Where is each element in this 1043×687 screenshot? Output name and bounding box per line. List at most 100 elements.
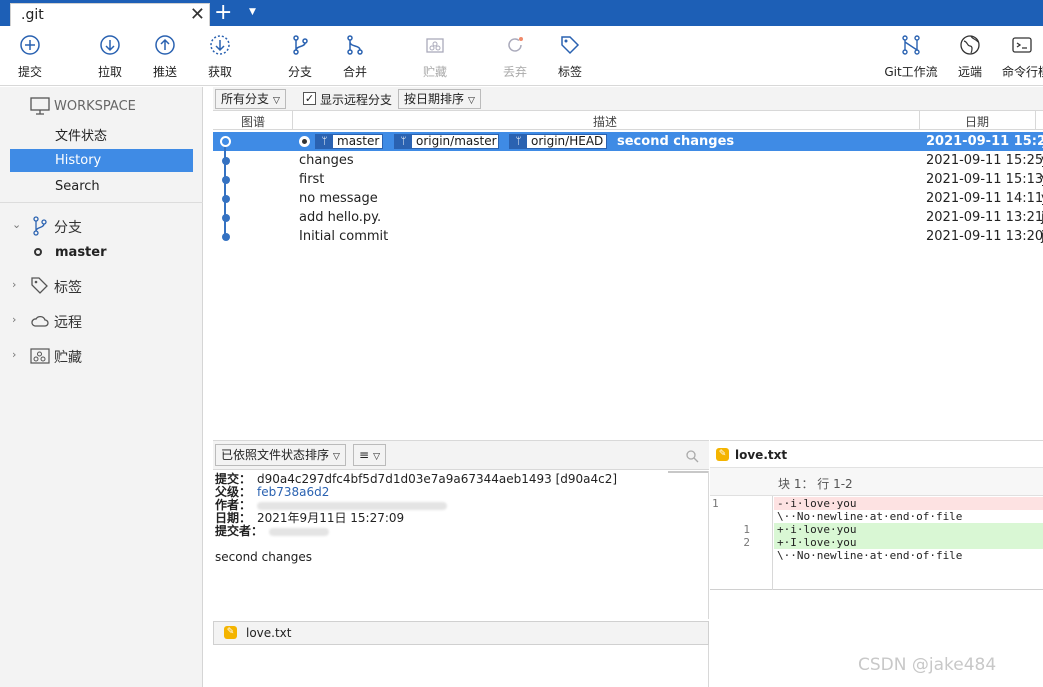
tab-menu-icon[interactable]: ▼ xyxy=(249,7,256,17)
remote-button[interactable]: 远端 xyxy=(948,26,992,86)
commit-message: add hello.py. xyxy=(299,210,382,225)
search-icon[interactable] xyxy=(685,449,699,463)
graph-line xyxy=(224,141,226,237)
history-filter-bar: 所有分支 ▽ ✓ 显示远程分支 按日期排序 ▽ xyxy=(213,87,1043,111)
chevron-right-icon[interactable]: › xyxy=(12,348,16,361)
commit-date: 2021-09-11 13:20 xyxy=(926,229,1043,244)
commit-row[interactable]: changes 2021-09-11 15:25 y xyxy=(213,151,1043,170)
git-flow-button[interactable]: Git工作流 xyxy=(880,26,942,86)
redacted-author xyxy=(257,501,448,510)
diff-header: ✎ love.txt xyxy=(710,440,1043,468)
workspace-header: WORKSPACE xyxy=(30,97,136,119)
commit-row[interactable]: first 2021-09-11 15:13 y xyxy=(213,170,1043,189)
diff-line[interactable]: 2 +·I·love·you xyxy=(710,536,1043,549)
discard-button[interactable]: 丢弃 xyxy=(493,26,537,86)
file-sort-dropdown[interactable]: 已依照文件状态排序 ▽ xyxy=(215,444,346,466)
sort-by-date-dropdown[interactable]: 按日期排序 ▽ xyxy=(398,89,481,109)
commit-row[interactable]: ᛘ master ᛘ origin/master ᛘ origin/HEAD seco… xyxy=(213,132,1043,151)
fetch-icon xyxy=(210,35,230,55)
fetch-button[interactable]: 获取 xyxy=(198,26,242,86)
changed-file-name: love.txt xyxy=(246,626,292,640)
chevron-down-icon: ▽ xyxy=(333,452,340,462)
diff-line[interactable]: 1 -·i·love·you xyxy=(710,497,1043,510)
push-button[interactable]: 推送 xyxy=(143,26,187,86)
hunk-label: 块 1： 行 1-2 xyxy=(778,477,853,491)
diff-line[interactable]: \··No·newline·at·end·of·file xyxy=(710,549,1043,562)
chevron-down-icon: ▽ xyxy=(373,452,380,462)
column-separator[interactable] xyxy=(1035,111,1036,130)
column-separator[interactable] xyxy=(919,111,920,130)
close-tab-icon[interactable]: ✕ xyxy=(190,4,205,26)
globe-icon xyxy=(960,35,980,55)
stash-icon xyxy=(30,348,50,364)
commit-button[interactable]: 提交 xyxy=(8,26,52,86)
all-branches-dropdown[interactable]: 所有分支 ▽ xyxy=(215,89,286,109)
tag-icon xyxy=(561,36,580,55)
pull-button[interactable]: 拉取 xyxy=(88,26,132,86)
commit-row[interactable]: no message 2021-09-11 14:11 y xyxy=(213,189,1043,208)
tab-title: .git xyxy=(21,7,44,23)
repo-tab[interactable]: .git ✕ xyxy=(10,3,210,26)
commit-date: 2021-09-11 14:11 xyxy=(926,191,1043,206)
arrow-up-circle-icon xyxy=(155,35,175,55)
sidebar-item-history[interactable]: History xyxy=(10,149,193,172)
sidebar-item-search[interactable]: Search xyxy=(10,175,193,198)
monitor-icon xyxy=(30,97,50,115)
commit-row[interactable]: add hello.py. 2021-09-11 13:21 j xyxy=(213,208,1043,227)
discard-icon xyxy=(508,37,523,52)
branch-icon: ᛘ xyxy=(510,135,527,148)
splitter-handle[interactable] xyxy=(668,471,708,473)
list-icon: ≡ xyxy=(359,448,370,462)
commit-message: second changes xyxy=(617,134,735,149)
commit-row[interactable]: Initial commit 2021-09-11 13:20 j xyxy=(213,227,1043,246)
branch-icon xyxy=(33,216,47,236)
commit-message: changes xyxy=(299,153,354,168)
diff-body: 1 -·i·love·you \··No·newline·at·end·of·fi… xyxy=(710,496,1043,590)
column-graph[interactable]: 图谱 xyxy=(241,113,265,130)
terminal-button[interactable]: 命令行模 xyxy=(1000,26,1043,86)
commit-date: 2021-09-11 15:27 xyxy=(926,134,1043,149)
commit-date: 2021-09-11 15:13 xyxy=(926,172,1043,187)
parent-link[interactable]: feb738a6d2 xyxy=(257,485,329,499)
commit-date: 2021-09-11 15:25 xyxy=(926,153,1043,168)
details-toolbar: 已依照文件状态排序 ▽ ≡ ▽ xyxy=(213,440,709,470)
view-mode-dropdown[interactable]: ≡ ▽ xyxy=(353,444,386,466)
sidebar-item-file-status[interactable]: 文件状态 xyxy=(10,125,193,148)
branch-button[interactable]: 分支 xyxy=(278,26,322,86)
commit-details: 提交： d90a4c297dfc4bf5d7d1d03e7a9a67344aeb1… xyxy=(213,471,709,619)
graph-node xyxy=(222,214,230,222)
commit-message-body: second changes xyxy=(215,550,313,564)
commit-message: Initial commit xyxy=(299,229,389,244)
ref-badge-master[interactable]: ᛘ master xyxy=(315,134,383,149)
merge-icon xyxy=(347,35,363,55)
sidebar: WORKSPACE 文件状态 History Search ⌄ 分支 maste… xyxy=(0,87,203,687)
stash-icon xyxy=(426,38,444,53)
chevron-right-icon[interactable]: › xyxy=(12,278,16,291)
cloud-icon xyxy=(31,315,49,327)
branch-icon: ᛘ xyxy=(316,135,333,148)
new-tab-icon[interactable]: + xyxy=(214,0,232,26)
commit-list-header: 图谱 描述 日期 xyxy=(213,111,1043,130)
ref-badge-origin-master[interactable]: ᛘ origin/master xyxy=(394,134,499,149)
diff-line[interactable]: 1 +·i·love·you xyxy=(710,523,1043,536)
show-remote-checkbox[interactable]: ✓ xyxy=(303,92,316,105)
chevron-down-icon[interactable]: ⌄ xyxy=(12,218,21,231)
graph-node xyxy=(222,195,230,203)
modified-file-icon: ✎ xyxy=(224,626,237,639)
changed-file-row[interactable]: ✎ love.txt xyxy=(213,621,709,645)
graph-node xyxy=(222,233,230,241)
modified-file-icon: ✎ xyxy=(716,448,729,461)
stash-button[interactable]: 贮藏 xyxy=(413,26,457,86)
current-branch-icon xyxy=(34,248,42,256)
column-separator[interactable] xyxy=(292,111,293,130)
diff-line[interactable]: \··No·newline·at·end·of·file xyxy=(710,510,1043,523)
chevron-right-icon[interactable]: › xyxy=(12,313,16,326)
column-date[interactable]: 日期 xyxy=(965,113,989,130)
redacted-committer xyxy=(269,527,330,536)
tag-button[interactable]: 标签 xyxy=(548,26,592,86)
merge-button[interactable]: 合并 xyxy=(333,26,377,86)
column-description[interactable]: 描述 xyxy=(593,113,617,130)
show-remote-label: 显示远程分支 xyxy=(320,93,393,107)
toolbar: 提交 拉取 推送 获取 分支 合并 贮藏 丢弃 标签 Git工作流 远端 命令行 xyxy=(0,26,1043,86)
ref-badge-origin-head[interactable]: ᛘ origin/HEAD xyxy=(509,134,607,149)
